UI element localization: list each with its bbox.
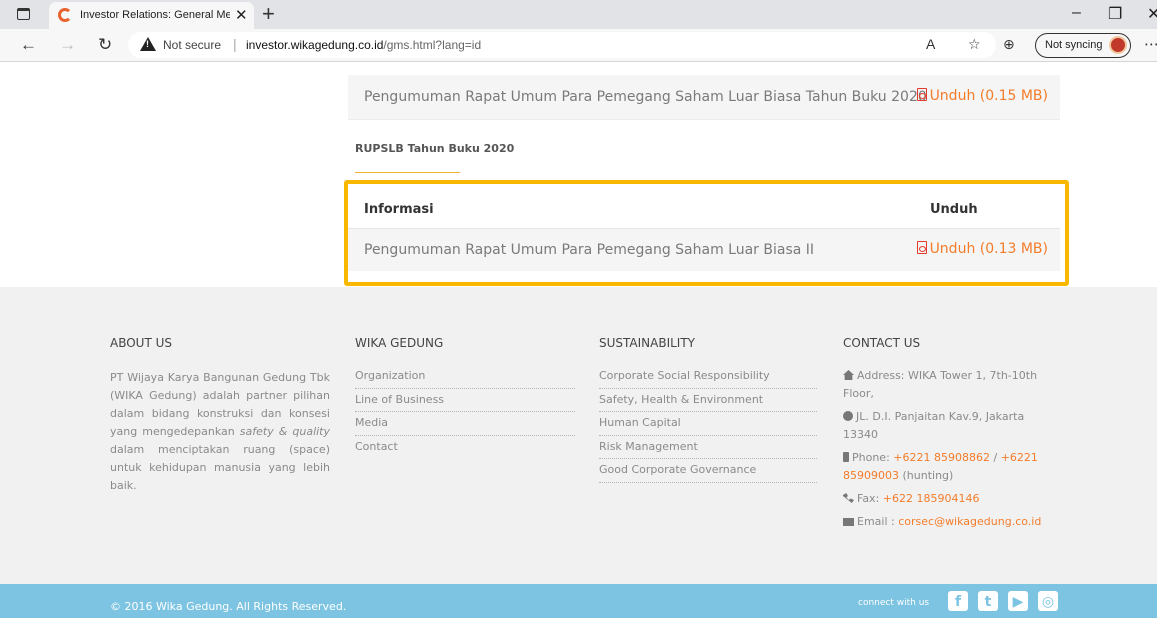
contact-phone: Phone: +6221 85908862 / +6221 85909003 (… [843, 449, 1058, 485]
close-icon[interactable]: ✕ [1147, 4, 1157, 24]
connect-label: connect with us [858, 598, 930, 608]
copyright-text: © 2016 Wika Gedung. All Rights Reserved. [110, 600, 347, 613]
url-input[interactable]: Not secure | investor.wikagedung.co.id/g… [128, 32, 996, 58]
footer-link[interactable]: Human Capital [599, 412, 817, 436]
fax-icon [843, 493, 854, 503]
maximize-icon[interactable]: ❐ [1108, 4, 1122, 24]
url-domain: investor.wikagedung.co.id [246, 38, 384, 52]
new-tab-button[interactable]: + [262, 1, 275, 27]
wika-heading: WIKA GEDUNG [355, 336, 444, 350]
envelope-icon [843, 518, 854, 526]
about-text-part: dalam menciptakan ruang (space) untuk ke… [110, 443, 330, 492]
twitter-icon[interactable]: t [978, 591, 998, 611]
footer-link[interactable]: Corporate Social Responsibility [599, 365, 817, 389]
minimize-icon[interactable]: – [1072, 4, 1081, 22]
not-secure-label[interactable]: Not secure [163, 38, 221, 52]
more-icon[interactable]: ⋯ [1144, 35, 1157, 53]
pdf-icon [916, 88, 927, 101]
tab-title: Investor Relations: General Meeti [80, 9, 230, 21]
favicon [58, 8, 72, 22]
contact-heading: CONTACT US [843, 336, 921, 350]
phone-note: (hunting) [899, 469, 954, 482]
warning-icon [140, 37, 156, 51]
collections-icon[interactable]: ⊕ [1003, 36, 1015, 53]
fax-link[interactable]: +622 185904146 [883, 492, 980, 505]
youtube-icon[interactable]: ▶ [1008, 591, 1028, 611]
section-underline [355, 172, 460, 173]
address-text: Address: WIKA Tower 1, 7th-10th Floor, [843, 369, 1038, 400]
browser-tab[interactable]: Investor Relations: General Meeti ✕ [49, 2, 254, 29]
bottom-bar: © 2016 Wika Gedung. All Rights Reserved.… [0, 584, 1157, 618]
browser-tab-bar: Investor Relations: General Meeti ✕ + – … [0, 0, 1157, 29]
url-text[interactable]: investor.wikagedung.co.id/gms.html?lang=… [246, 38, 481, 52]
phone-label: Phone: [852, 451, 894, 464]
about-text: PT Wijaya Karya Bangunan Gedung Tbk (WIK… [110, 369, 330, 495]
instagram-icon[interactable]: ◎ [1038, 591, 1058, 611]
refresh-icon[interactable]: ↻ [98, 35, 112, 55]
contact-address: Address: WIKA Tower 1, 7th-10th Floor, [843, 367, 1058, 403]
tab-actions-icon[interactable] [17, 8, 30, 20]
forward-icon[interactable]: → [59, 35, 76, 55]
highlight-box [344, 180, 1069, 286]
about-text-emphasis: quality [292, 425, 331, 438]
wika-links: Organization Line of Business Media Cont… [355, 365, 575, 459]
favorites-icon[interactable]: ☆ [968, 36, 981, 53]
footer-link[interactable]: Safety, Health & Environment [599, 389, 817, 412]
sustainability-links: Corporate Social Responsibility Safety, … [599, 365, 817, 483]
profile-sync-button[interactable]: Not syncing [1035, 33, 1131, 58]
footer: ABOUT US PT Wijaya Karya Bangunan Gedung… [0, 287, 1157, 584]
about-text-emphasis: safety & [239, 425, 288, 438]
read-aloud-icon[interactable]: A [926, 36, 935, 52]
footer-link[interactable]: Risk Management [599, 436, 817, 459]
tab-close-icon[interactable]: ✕ [235, 6, 248, 24]
url-path: /gms.html?lang=id [383, 38, 482, 52]
table-row: Pengumuman Rapat Umum Para Pemegang Saha… [348, 75, 1060, 120]
footer-link[interactable]: Good Corporate Governance [599, 459, 817, 483]
contact-info: Address: WIKA Tower 1, 7th-10th Floor, J… [843, 367, 1058, 536]
globe-icon [843, 411, 853, 421]
back-icon[interactable]: ← [20, 35, 37, 55]
facebook-icon[interactable]: f [948, 591, 968, 611]
sync-label: Not syncing [1045, 39, 1103, 51]
about-heading: ABOUT US [110, 336, 173, 350]
address-bar-row: ← → ↻ Not secure | investor.wikagedung.c… [0, 29, 1157, 62]
footer-link[interactable]: Line of Business [355, 389, 575, 412]
page-content: Pengumuman Rapat Umum Para Pemegang Saha… [0, 62, 1157, 618]
download-label: Unduh (0.15 MB) [929, 88, 1048, 104]
section-title: RUPSLB Tahun Buku 2020 [355, 142, 515, 155]
row-info-text: Pengumuman Rapat Umum Para Pemegang Saha… [364, 89, 927, 105]
contact-street: JL. D.I. Panjaitan Kav.9, Jakarta 13340 [843, 408, 1058, 444]
phone-icon [843, 452, 849, 462]
url-separator: | [233, 36, 237, 52]
download-link[interactable]: Unduh (0.15 MB) [916, 88, 1048, 104]
fax-label: Fax: [857, 492, 883, 505]
email-label: Email : [857, 515, 899, 528]
phone-separator: / [989, 451, 1001, 464]
sustainability-heading: SUSTAINABILITY [599, 336, 696, 350]
phone-link[interactable]: +6221 85908862 [893, 451, 990, 464]
footer-link[interactable]: Organization [355, 365, 575, 389]
footer-link[interactable]: Contact [355, 436, 575, 460]
contact-fax: Fax: +622 185904146 [843, 490, 1058, 508]
email-link[interactable]: corsec@wikagedung.co.id [898, 515, 1041, 528]
street-text: JL. D.I. Panjaitan Kav.9, Jakarta 13340 [843, 410, 1025, 441]
contact-email: Email : corsec@wikagedung.co.id [843, 513, 1058, 531]
profile-avatar [1109, 36, 1127, 54]
footer-link[interactable]: Media [355, 412, 575, 436]
home-icon [843, 370, 854, 380]
